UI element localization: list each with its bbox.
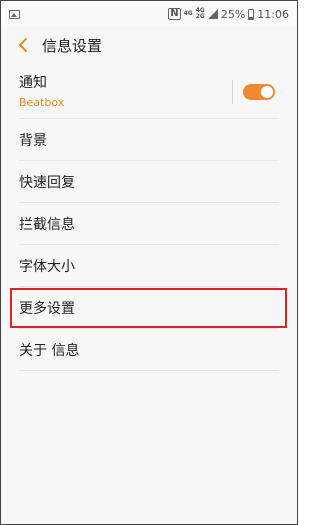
settings-list: 通知 Beatbox 背景 快速回复 拦截信息 字体大小 更多设置 关于 信息 bbox=[1, 63, 297, 371]
list-item-label: 快速回复 bbox=[19, 174, 75, 191]
toggle-knob bbox=[261, 86, 273, 98]
notifications-toggle[interactable] bbox=[243, 84, 275, 100]
page-title: 信息设置 bbox=[42, 36, 103, 55]
app-header: 信息设置 bbox=[1, 27, 297, 63]
list-item-label: 字体大小 bbox=[19, 258, 75, 275]
list-item-font-size[interactable]: 字体大小 bbox=[19, 245, 279, 287]
list-item-label: 更多设置 bbox=[19, 300, 75, 317]
battery-percentage: 25% bbox=[220, 7, 246, 21]
network-type-top: 4G bbox=[183, 10, 193, 17]
network-type-bot: 2G bbox=[195, 13, 205, 20]
list-item-quick-reply[interactable]: 快速回复 bbox=[19, 161, 279, 203]
network-indicator-2: 4G 2G bbox=[196, 8, 205, 20]
list-item-more-settings[interactable]: 更多设置 bbox=[19, 287, 279, 329]
status-bar: N 4G 4G 2G 25% 11:06 bbox=[1, 1, 297, 27]
notifications-subtitle: Beatbox bbox=[19, 96, 65, 109]
list-item-about-messages[interactable]: 关于 信息 bbox=[19, 329, 279, 371]
list-item-label: 拦截信息 bbox=[19, 216, 75, 233]
status-left bbox=[9, 9, 20, 19]
battery-icon bbox=[248, 8, 255, 20]
status-right: N 4G 4G 2G 25% 11:06 bbox=[168, 8, 289, 21]
vertical-divider bbox=[232, 80, 233, 104]
phone-screen: N 4G 4G 2G 25% 11:06 信息设置 通知 Beatbox 背景 … bbox=[0, 0, 298, 525]
clock: 11:06 bbox=[257, 7, 289, 21]
list-item-label: 关于 信息 bbox=[19, 342, 80, 359]
list-item-label: 背景 bbox=[19, 132, 47, 149]
back-arrow-glyph bbox=[19, 38, 27, 52]
notifications-title: 通知 bbox=[19, 75, 47, 91]
signal-icon bbox=[207, 9, 218, 19]
nfc-icon: N bbox=[168, 8, 181, 20]
list-item-block-messages[interactable]: 拦截信息 bbox=[19, 203, 279, 245]
network-indicator: 4G bbox=[184, 11, 193, 17]
list-item-background[interactable]: 背景 bbox=[19, 119, 279, 161]
back-arrow-icon[interactable] bbox=[18, 36, 28, 54]
image-icon bbox=[9, 9, 20, 19]
list-item-notifications[interactable]: 通知 Beatbox bbox=[19, 63, 279, 119]
